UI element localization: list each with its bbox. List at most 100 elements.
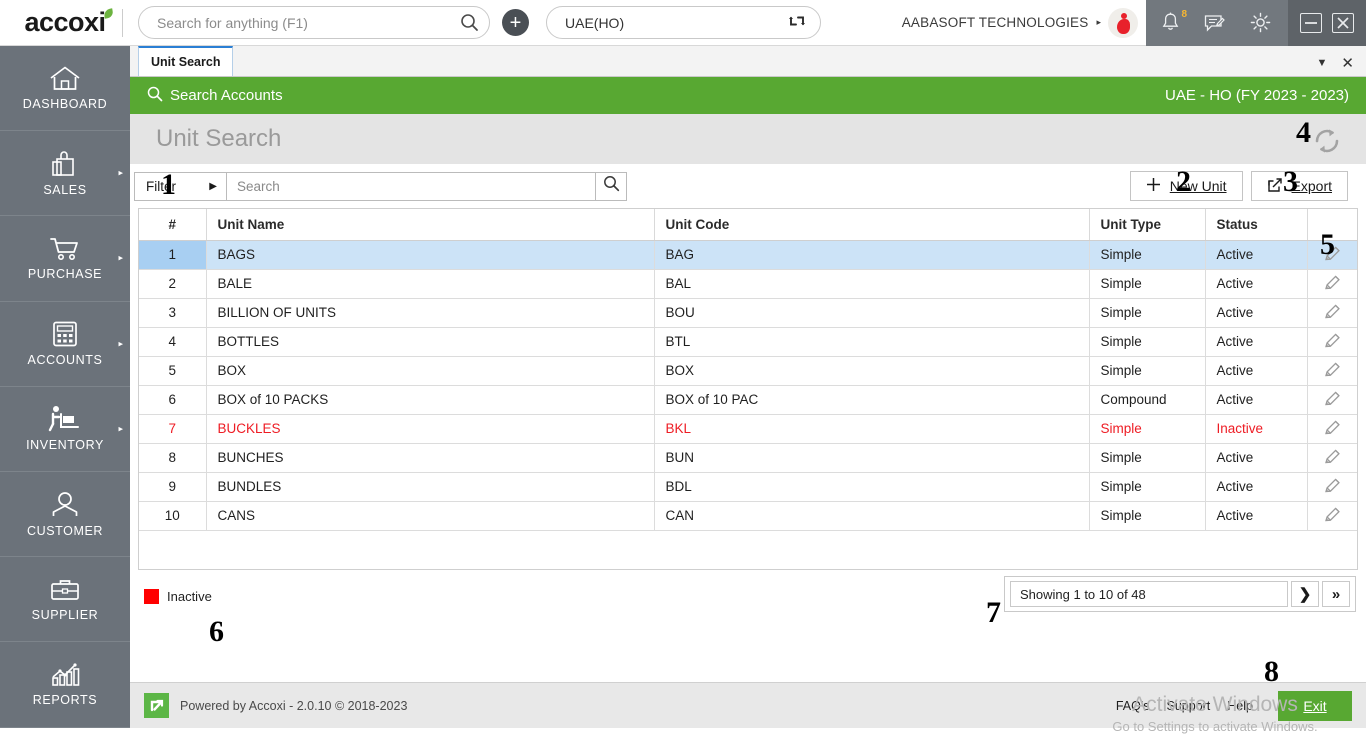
notifications-button[interactable]: 8 xyxy=(1160,9,1187,35)
minimize-icon[interactable] xyxy=(1300,12,1322,33)
add-new-button[interactable]: + xyxy=(502,9,529,36)
edit-row-button[interactable] xyxy=(1307,472,1357,502)
cell-number: 3 xyxy=(139,298,207,328)
exit-button[interactable]: Exit xyxy=(1278,690,1352,721)
chevron-down-icon[interactable]: ▼ xyxy=(1317,57,1328,69)
column-header-unit-name[interactable]: Unit Name xyxy=(206,209,655,241)
status-legend: Inactive xyxy=(144,588,212,604)
pencil-icon xyxy=(1323,506,1342,527)
table-row[interactable]: 3 BILLION OF UNITS BOU Simple Active xyxy=(139,298,1357,328)
pencil-icon xyxy=(1323,332,1342,353)
edit-row-button[interactable] xyxy=(1307,269,1357,299)
table-row[interactable]: 5 BOX BOX Simple Active xyxy=(139,356,1357,386)
new-unit-button[interactable]: New Unit xyxy=(1129,171,1243,201)
filter-button[interactable]: Filter ▶ xyxy=(134,171,226,201)
edit-row-button[interactable] xyxy=(1307,385,1357,415)
sidebar-item-supplier[interactable]: SUPPLIER xyxy=(0,557,130,643)
tab-unit-search[interactable]: Unit Search xyxy=(138,46,234,76)
edit-row-button[interactable] xyxy=(1307,356,1357,386)
sidebar-item-purchase[interactable]: PURCHASE ▸ xyxy=(0,216,130,302)
cell-unit-type: Simple xyxy=(1089,327,1206,357)
global-search[interactable] xyxy=(138,6,490,39)
table-row[interactable]: 1 BAGS BAG Simple Active xyxy=(139,240,1357,270)
edit-row-button[interactable] xyxy=(1307,501,1357,531)
cell-number: 9 xyxy=(139,472,207,502)
edit-row-button[interactable] xyxy=(1307,443,1357,473)
sidebar-item-inventory[interactable]: INVENTORY ▸ xyxy=(0,387,130,472)
close-icon[interactable]: ✕ xyxy=(1341,54,1354,72)
new-unit-label: New Unit xyxy=(1169,178,1227,194)
search-icon xyxy=(603,175,620,197)
pencil-icon xyxy=(1323,419,1342,440)
column-header-number[interactable]: # xyxy=(139,209,207,241)
footer-link-faqs[interactable]: FAQ's xyxy=(1116,699,1150,713)
table-row[interactable]: 2 BALE BAL Simple Active xyxy=(139,269,1357,299)
table-row[interactable]: 4 BOTTLES BTL Simple Active xyxy=(139,327,1357,357)
sidebar-item-dashboard[interactable]: DASHBOARD xyxy=(0,46,130,132)
window-controls xyxy=(1288,0,1366,46)
sidebar-item-reports[interactable]: REPORTS xyxy=(0,642,130,728)
footer-link-support[interactable]: Support xyxy=(1167,699,1211,713)
gear-icon[interactable] xyxy=(1246,9,1274,37)
table-row[interactable]: 6 BOX of 10 PACKS BOX of 10 PAC Compound Act… xyxy=(139,385,1357,415)
cell-unit-type: Simple xyxy=(1089,443,1206,473)
cell-number: 4 xyxy=(139,327,207,357)
company-selector[interactable]: AABASOFT TECHNOLOGIES ▸ xyxy=(902,7,1146,38)
logo-text: accoxi xyxy=(24,7,106,37)
sidebar-item-label: REPORTS xyxy=(32,693,98,708)
cell-number: 10 xyxy=(139,501,207,531)
message-icon[interactable] xyxy=(1200,9,1228,37)
chevron-right-icon: ▶ xyxy=(209,180,217,192)
sidebar-item-sales[interactable]: SALES ▸ xyxy=(0,131,130,217)
next-page-icon[interactable]: ❯ xyxy=(1291,581,1319,607)
toolbar-actions: New Unit Export xyxy=(1129,171,1356,201)
cell-unit-type: Simple xyxy=(1089,501,1206,531)
branch-selector[interactable]: UAE(HO) xyxy=(546,6,821,39)
sidebar-item-customer[interactable]: CUSTOMER xyxy=(0,472,130,558)
cell-unit-name: BUNDLES xyxy=(206,472,655,502)
cell-unit-code: BTL xyxy=(654,327,1090,357)
table-row[interactable]: 8 BUNCHES BUN Simple Active xyxy=(139,443,1357,473)
column-header-status[interactable]: Status xyxy=(1205,209,1308,241)
table-footer-row: Inactive Showing 1 to 10 of 48 ❯ » xyxy=(130,570,1366,622)
pagination: Showing 1 to 10 of 48 ❯ » xyxy=(1004,576,1356,612)
edit-row-button[interactable] xyxy=(1307,414,1357,444)
accoxi-mark-icon xyxy=(144,693,169,718)
edit-row-button[interactable] xyxy=(1307,240,1357,270)
page-title: Unit Search xyxy=(156,125,282,152)
search-button[interactable] xyxy=(596,171,627,201)
home-icon xyxy=(49,65,81,92)
last-page-icon[interactable]: » xyxy=(1322,581,1350,607)
refresh-icon[interactable] xyxy=(1310,124,1344,163)
table-row[interactable]: 7 BUCKLES BKL Simple Inactive xyxy=(139,414,1357,444)
fiscal-context: UAE - HO (FY 2023 - 2023) xyxy=(1165,87,1349,104)
chevron-right-icon: ▸ xyxy=(118,338,123,349)
edit-row-button[interactable] xyxy=(1307,298,1357,328)
avatar-shape xyxy=(1117,18,1130,34)
search-input[interactable] xyxy=(157,14,455,31)
cell-number: 1 xyxy=(139,240,207,270)
table-row[interactable]: 9 BUNDLES BDL Simple Active xyxy=(139,472,1357,502)
top-bar: accoxi + UAE(HO) AABASOFT TECHNOLOGIES ▸ xyxy=(0,0,1366,46)
footer-link-help[interactable]: Help xyxy=(1227,699,1253,713)
table-row[interactable]: 10 CANS CAN Simple Active xyxy=(139,501,1357,531)
notification-badge: 8 xyxy=(1181,8,1187,20)
avatar[interactable] xyxy=(1108,7,1138,38)
table-body: 1 BAGS BAG Simple Active 2 BALE BAL Simple Active… xyxy=(139,240,1357,531)
search-icon[interactable] xyxy=(455,9,483,37)
cell-status: Active xyxy=(1205,269,1308,299)
cart-icon xyxy=(49,235,81,262)
pencil-icon xyxy=(1323,390,1342,411)
sidebar: DASHBOARD SALES ▸ PURCHASE ▸ ACCOUNTS ▸ … xyxy=(0,46,130,728)
column-header-unit-type[interactable]: Unit Type xyxy=(1089,209,1206,241)
app-logo[interactable]: accoxi xyxy=(0,0,130,46)
close-icon[interactable] xyxy=(1332,12,1354,33)
cell-unit-code: BOX xyxy=(654,356,1090,386)
export-button[interactable]: Export xyxy=(1250,171,1348,201)
switch-branch-icon[interactable] xyxy=(788,12,806,33)
edit-row-button[interactable] xyxy=(1307,327,1357,357)
search-input[interactable] xyxy=(226,171,596,201)
sidebar-item-accounts[interactable]: ACCOUNTS ▸ xyxy=(0,302,130,387)
column-header-unit-code[interactable]: Unit Code xyxy=(654,209,1090,241)
cell-status: Active xyxy=(1205,356,1308,386)
